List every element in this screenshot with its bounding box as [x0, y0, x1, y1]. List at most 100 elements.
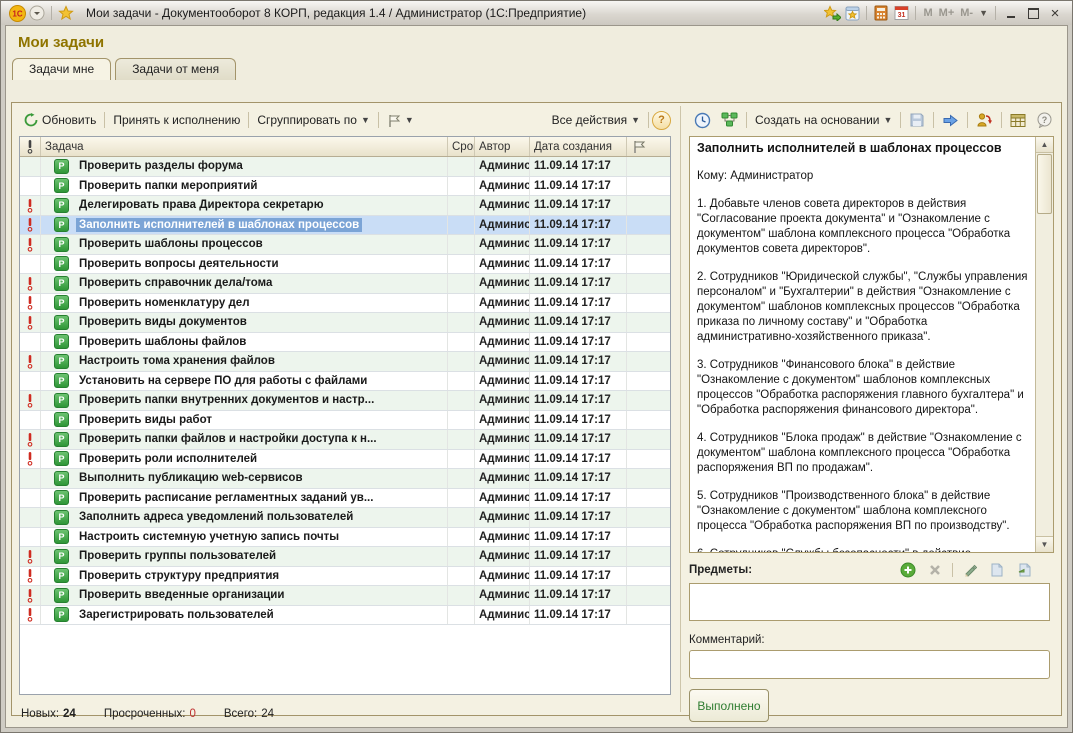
scrollbar-thumb[interactable] [1037, 154, 1052, 214]
memory-button[interactable]: M [923, 7, 932, 19]
table-row[interactable]: P Проверить расписание регламентных зада… [20, 489, 670, 509]
table-row[interactable]: P Проверить папки мероприятий Администр.… [20, 177, 670, 197]
due-column-header[interactable]: Срок [448, 137, 475, 156]
open-subject-button[interactable] [987, 562, 1007, 578]
subjects-list[interactable] [689, 583, 1050, 621]
table-row[interactable]: P Проверить виды работ Администр... 11.0… [20, 411, 670, 431]
flag-filter-button[interactable]: ▼ [382, 111, 419, 130]
author-column-header[interactable]: Автор [475, 137, 530, 156]
calendar-icon[interactable]: 31 [892, 4, 910, 22]
table-row[interactable]: P Проверить номенклатуру дел Администр..… [20, 294, 670, 314]
task-flag-cell[interactable] [627, 430, 651, 449]
task-flag-cell[interactable] [627, 469, 651, 488]
add-icon [900, 562, 916, 578]
table-row[interactable]: P Делегировать права Директора секретарю… [20, 196, 670, 216]
table-row[interactable]: P Зарегистрировать пользователей Админис… [20, 606, 670, 626]
task-flag-cell[interactable] [627, 411, 651, 430]
table-row[interactable]: P Установить на сервере ПО для работы с … [20, 372, 670, 392]
task-flag-cell[interactable] [627, 274, 651, 293]
task-flag-cell[interactable] [627, 255, 651, 274]
system-menu-button[interactable] [28, 4, 46, 22]
task-flag-cell[interactable] [627, 216, 651, 235]
redirect-button[interactable] [971, 110, 998, 130]
favorites-star-icon[interactable] [57, 4, 75, 22]
task-flag-cell[interactable] [627, 547, 651, 566]
task-flag-cell[interactable] [627, 294, 651, 313]
task-author: Администр... [475, 430, 530, 449]
report-button[interactable] [1005, 111, 1031, 130]
table-row[interactable]: P Проверить справочник дела/тома Админис… [20, 274, 670, 294]
task-flag-cell[interactable] [627, 352, 651, 371]
memory-minus-button[interactable]: M- [960, 7, 973, 19]
titlebar-chevron-down-icon[interactable]: ▼ [979, 8, 988, 18]
table-row[interactable]: P Проверить папки файлов и настройки дос… [20, 430, 670, 450]
close-button[interactable]: × [1044, 4, 1066, 22]
task-flag-cell[interactable] [627, 372, 651, 391]
add-subject-button[interactable] [898, 562, 918, 578]
memory-plus-button[interactable]: M+ [939, 7, 955, 19]
table-row[interactable]: P Заполнить исполнителей в шаблонах проц… [20, 216, 670, 236]
task-type-icon: P [54, 237, 69, 252]
task-flag-cell[interactable] [627, 606, 651, 625]
table-row[interactable]: P Заполнить адреса уведомлений пользоват… [20, 508, 670, 528]
task-flag-cell[interactable] [627, 489, 651, 508]
task-flag-cell[interactable] [627, 235, 651, 254]
tab-tasks-from-me[interactable]: Задачи от меня [115, 58, 236, 80]
task-type-icon: P [54, 451, 69, 466]
task-flag-cell[interactable] [627, 450, 651, 469]
table-row[interactable]: P Проверить вопросы деятельности Админис… [20, 255, 670, 275]
table-row[interactable]: P Проверить структуру предприятия Админи… [20, 567, 670, 587]
maximize-button[interactable] [1022, 4, 1044, 22]
task-flag-cell[interactable] [627, 313, 651, 332]
table-row[interactable]: P Настроить системную учетную запись поч… [20, 528, 670, 548]
task-flag-cell[interactable] [627, 157, 651, 176]
remind-button[interactable] [689, 110, 716, 131]
table-row[interactable]: P Проверить виды документов Администр...… [20, 313, 670, 333]
save-button[interactable] [904, 110, 930, 130]
done-button[interactable]: Выполнено [689, 689, 769, 722]
detail-help-button[interactable]: ? [1031, 110, 1058, 130]
comment-input[interactable] [689, 650, 1050, 679]
task-column-header[interactable]: Задача [41, 137, 448, 156]
task-flag-cell[interactable] [627, 567, 651, 586]
table-row[interactable]: P Настроить тома хранения файлов Админис… [20, 352, 670, 372]
table-row[interactable]: P Проверить введенные организации Админи… [20, 586, 670, 606]
flag-column-header[interactable] [627, 137, 651, 156]
help-button[interactable]: ? [652, 111, 671, 130]
task-flag-cell[interactable] [627, 586, 651, 605]
add-favorite-icon[interactable] [823, 4, 841, 22]
task-flag-cell[interactable] [627, 333, 651, 352]
group-by-button[interactable]: Сгруппировать по▼ [252, 111, 374, 129]
tab-tasks-to-me[interactable]: Задачи мне [12, 58, 111, 80]
task-flag-cell[interactable] [627, 528, 651, 547]
table-row[interactable]: P Выполнить публикацию web-сервисов Адми… [20, 469, 670, 489]
description-scrollbar[interactable]: ▲ ▼ [1035, 137, 1053, 552]
scroll-up-icon[interactable]: ▲ [1036, 137, 1053, 153]
task-flag-cell[interactable] [627, 196, 651, 215]
task-flag-cell[interactable] [627, 391, 651, 410]
forward-button[interactable] [937, 111, 964, 130]
refresh-button[interactable]: Обновить [19, 111, 101, 129]
table-row[interactable]: P Проверить шаблоны файлов Администр... … [20, 333, 670, 353]
process-map-button[interactable] [716, 110, 743, 130]
table-row[interactable]: P Проверить разделы форума Администр... … [20, 157, 670, 177]
calculator-icon[interactable] [872, 4, 890, 22]
table-row[interactable]: P Проверить шаблоны процессов Администр.… [20, 235, 670, 255]
all-actions-button[interactable]: Все действия▼ [547, 111, 645, 129]
scroll-down-icon[interactable]: ▼ [1036, 536, 1053, 552]
task-due [448, 489, 475, 508]
table-row[interactable]: P Проверить роли исполнителей Администр.… [20, 450, 670, 470]
minimize-button[interactable] [1000, 4, 1022, 22]
task-flag-cell[interactable] [627, 177, 651, 196]
table-row[interactable]: P Проверить папки внутренних документов … [20, 391, 670, 411]
favorites-window-icon[interactable] [843, 4, 861, 22]
create-based-on-button[interactable]: Создать на основании▼ [750, 111, 897, 129]
created-column-header[interactable]: Дата создания [530, 137, 627, 156]
edit-subject-button[interactable] [960, 562, 980, 578]
accept-button[interactable]: Принять к исполнению [108, 111, 245, 129]
delete-subject-button[interactable] [925, 562, 945, 578]
table-row[interactable]: P Проверить группы пользователей Админис… [20, 547, 670, 567]
priority-column-header[interactable] [20, 137, 41, 156]
open-subject-card-button[interactable] [1014, 562, 1034, 578]
task-flag-cell[interactable] [627, 508, 651, 527]
